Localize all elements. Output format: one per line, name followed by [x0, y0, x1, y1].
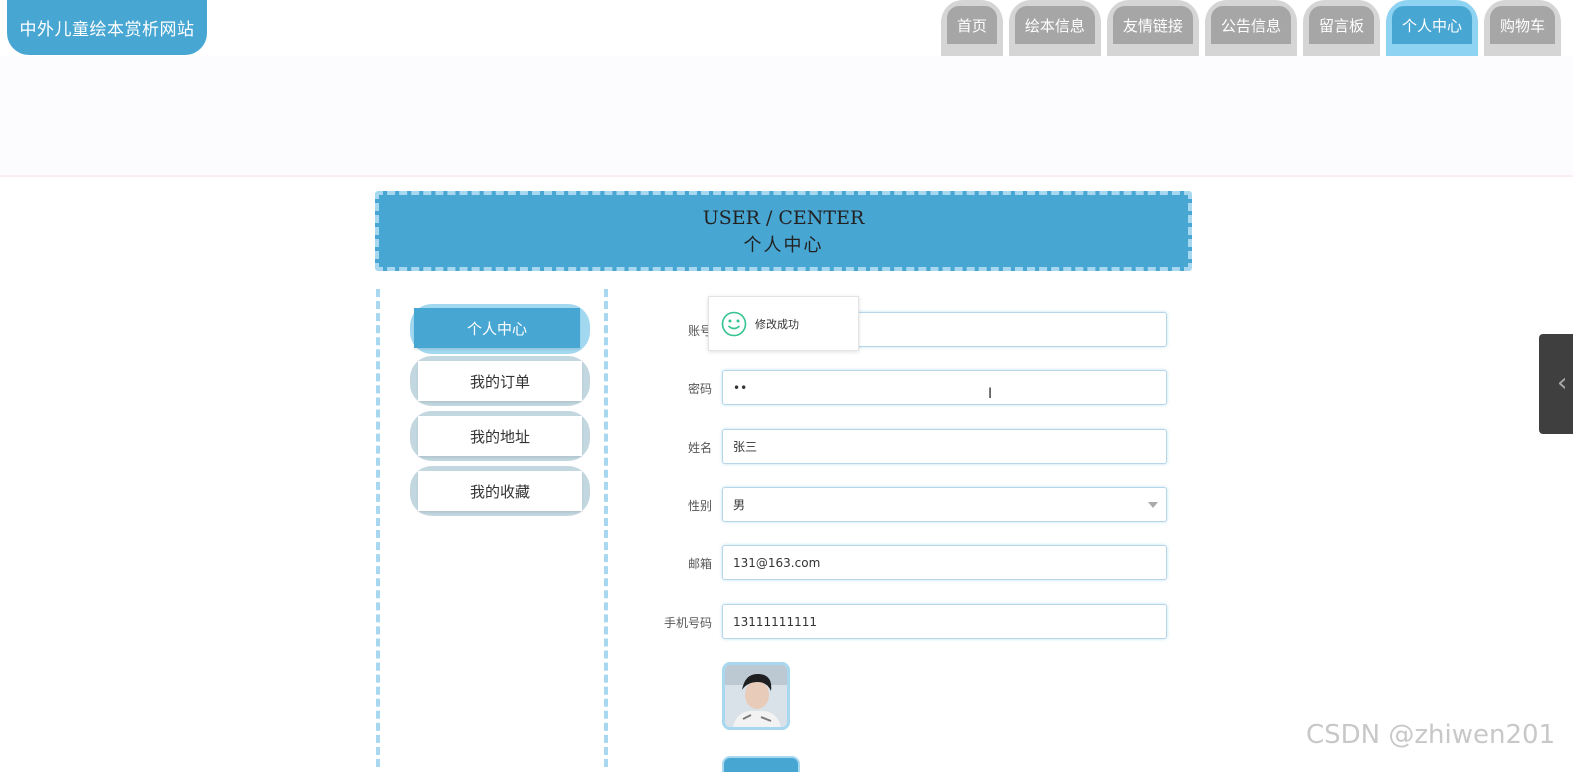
phone-label: 手机号码 [663, 616, 712, 630]
password-label: 密码 [687, 382, 712, 396]
nav-item-messages[interactable]: 留言板 [1302, 0, 1380, 56]
site-logo[interactable]: 中外儿童绘本赏析网站 [7, 0, 207, 55]
phone-field[interactable]: 13111111111 [722, 604, 1167, 639]
menu-item-user-center[interactable]: 个人中心 [410, 304, 590, 354]
menu-item-orders[interactable]: 我的订单 [410, 356, 590, 406]
avatar[interactable] [722, 662, 790, 730]
password-field[interactable]: •• [722, 370, 1167, 405]
main-nav: 首页 绘本信息 友情链接 公告信息 留言板 个人中心 购物车 [940, 0, 1561, 56]
section-title-en: USER / CENTER [702, 207, 865, 229]
account-label: 账号 [687, 324, 712, 338]
email-field[interactable]: 131@163.com [722, 545, 1167, 580]
avatar-photo [725, 665, 787, 727]
nav-label: 个人中心 [1391, 6, 1472, 44]
name-label: 姓名 [687, 441, 712, 455]
nav-label: 友情链接 [1112, 6, 1193, 44]
gender-label: 性别 [687, 499, 712, 513]
toast-message: 修改成功 [755, 317, 799, 331]
text-cursor-icon: I [988, 386, 993, 402]
nav-label: 首页 [946, 6, 997, 44]
top-bar: 中外儿童绘本赏析网站 首页 绘本信息 友情链接 公告信息 留言板 个人中心 购物… [0, 0, 1573, 56]
watermark: CSDN @zhiwen201 [1306, 720, 1556, 750]
nav-item-links[interactable]: 友情链接 [1106, 0, 1199, 56]
side-menu: 个人中心 我的订单 我的地址 我的收藏 [376, 289, 608, 767]
submit-button[interactable] [722, 756, 800, 772]
nav-label: 绘本信息 [1014, 6, 1095, 44]
name-field[interactable]: 张三 [722, 429, 1167, 464]
nav-label: 公告信息 [1210, 6, 1291, 44]
menu-item-favorites[interactable]: 我的收藏 [410, 466, 590, 516]
smile-icon [721, 311, 747, 336]
nav-item-books[interactable]: 绘本信息 [1008, 0, 1101, 56]
side-drawer-toggle[interactable]: ‹ [1539, 334, 1573, 434]
nav-label: 留言板 [1308, 6, 1374, 44]
nav-label: 购物车 [1489, 6, 1555, 44]
success-toast: 修改成功 [708, 296, 859, 351]
menu-item-address[interactable]: 我的地址 [410, 411, 590, 461]
section-title-cn: 个人中心 [743, 235, 824, 256]
menu-item-label: 我的收藏 [418, 471, 582, 511]
section-header: USER / CENTER 个人中心 [375, 191, 1192, 271]
gender-value: 男 [733, 498, 746, 512]
menu-item-label: 个人中心 [414, 308, 580, 348]
gender-select[interactable]: 男 [722, 487, 1167, 522]
nav-item-home[interactable]: 首页 [940, 0, 1003, 56]
menu-item-label: 我的地址 [418, 416, 582, 456]
nav-item-user-center[interactable]: 个人中心 [1385, 0, 1478, 56]
chevron-down-icon [1148, 502, 1158, 508]
nav-item-notices[interactable]: 公告信息 [1204, 0, 1297, 56]
email-label: 邮箱 [687, 557, 712, 571]
banner [0, 56, 1573, 177]
chevron-left-icon: ‹ [1557, 368, 1568, 398]
menu-item-label: 我的订单 [418, 361, 582, 401]
nav-item-cart[interactable]: 购物车 [1483, 0, 1561, 56]
